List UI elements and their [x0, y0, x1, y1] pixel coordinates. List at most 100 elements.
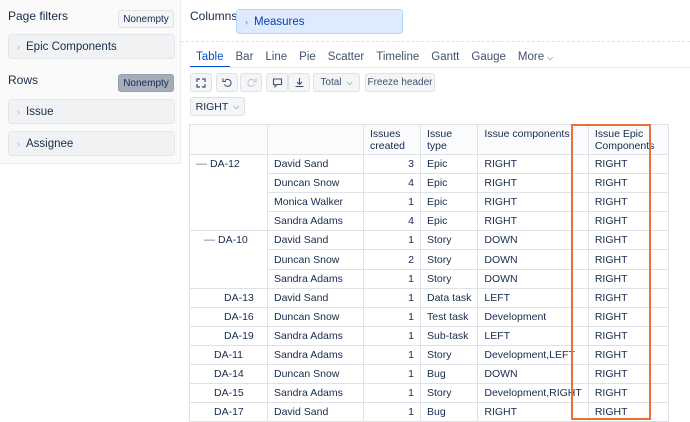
row-dimension-assignee[interactable]: › Assignee: [8, 131, 175, 156]
header-issue-type[interactable]: Issue type: [419, 124, 479, 155]
table-row: — DA-10 David Sand 1 Story DOWN RIGHT: [189, 230, 669, 289]
components-cell: RIGHT: [477, 402, 589, 422]
assignee-cell[interactable]: Sandra Adams: [267, 344, 364, 366]
dimension-label: Issue: [26, 105, 54, 118]
assignee-cell[interactable]: Sandra Adams: [267, 325, 364, 346]
assignee-cell[interactable]: Sandra Adams: [267, 268, 364, 289]
epic-components-cell: RIGHT: [587, 211, 669, 232]
issue-cell[interactable]: DA-13: [189, 287, 268, 308]
column-dimension-measures[interactable]: › Measures: [236, 9, 403, 34]
issues-created-cell: 1: [363, 402, 421, 422]
issues-created-cell: 1: [363, 287, 421, 308]
issue-cell[interactable]: DA-19: [189, 325, 268, 346]
assignee-cell[interactable]: David Sand: [267, 230, 364, 251]
issues-created-cell: 1: [363, 364, 421, 385]
header-row: Issues created Issue type Issue componen…: [189, 124, 669, 155]
issues-created-cell: 1: [363, 192, 421, 213]
issues-created-cell: 1: [363, 268, 421, 289]
tabs-divider: [190, 67, 690, 68]
tab-line[interactable]: Line: [259, 48, 293, 68]
download-button[interactable]: [288, 73, 310, 92]
tab-bar[interactable]: Bar: [230, 48, 260, 68]
tab-table[interactable]: Table: [190, 48, 230, 68]
page-filters-nonempty-button[interactable]: Nonempty: [118, 10, 174, 28]
components-cell: LEFT: [477, 325, 589, 346]
issues-created-cell: 3: [363, 153, 421, 175]
issue-type-cell: Test task: [419, 306, 479, 327]
rows-nonempty-button[interactable]: Nonempty: [118, 74, 174, 92]
download-icon: [295, 78, 303, 88]
issue-type-cell: Data task: [419, 287, 479, 308]
redo-button[interactable]: [240, 73, 262, 92]
assignee-cell[interactable]: Duncan Snow: [267, 306, 364, 327]
issue-cell[interactable]: DA-17: [189, 402, 268, 422]
table-row: DA-13 David Sand 1 Data task LEFT RIGHT: [189, 287, 669, 308]
epic-components-cell: RIGHT: [587, 325, 669, 346]
assignee-cell[interactable]: David Sand: [267, 402, 364, 422]
tab-more[interactable]: More ⌵: [512, 48, 559, 68]
total-dropdown[interactable]: Total ⌵: [313, 73, 360, 92]
tab-timeline[interactable]: Timeline: [370, 48, 425, 68]
issue-type-cell: Epic: [419, 173, 479, 194]
expand-button[interactable]: [190, 73, 212, 92]
right-select-label: RIGHT: [195, 100, 229, 113]
components-cell: Development,RIGHT: [477, 383, 589, 404]
issue-cell[interactable]: DA-11: [189, 344, 268, 366]
header-issues-created[interactable]: Issues created: [363, 124, 421, 155]
assignee-cell[interactable]: Duncan Snow: [267, 249, 364, 270]
epic-components-cell: RIGHT: [587, 287, 669, 308]
components-cell: Development,LEFT: [477, 344, 589, 366]
issue-cell[interactable]: DA-16: [189, 306, 268, 327]
row-dimension-issue[interactable]: › Issue: [8, 99, 175, 124]
header-epic-components[interactable]: Issue Epic Components: [587, 124, 669, 155]
components-cell: Development: [477, 306, 589, 327]
issue-key: DA-12: [210, 158, 240, 170]
issues-created-cell: 1: [363, 383, 421, 404]
issue-cell[interactable]: DA-14: [189, 364, 268, 385]
table-row: DA-11 Sandra Adams 1 Story Development,L…: [189, 344, 669, 366]
assignee-cell[interactable]: Duncan Snow: [267, 173, 364, 194]
chevron-down-icon: ⌵: [233, 101, 240, 111]
issues-created-cell: 4: [363, 211, 421, 232]
issue-cell[interactable]: — DA-10: [189, 230, 268, 289]
issue-type-cell: Story: [419, 249, 479, 270]
dimension-label: Measures: [254, 15, 305, 28]
tab-gantt[interactable]: Gantt: [425, 48, 465, 68]
issue-cell[interactable]: — DA-12: [189, 153, 268, 232]
view-tabs: Table Bar Line Pie Scatter Timeline Gant…: [190, 48, 559, 68]
issue-type-cell: Story: [419, 383, 479, 404]
issue-cell[interactable]: DA-15: [189, 383, 268, 404]
assignee-cell[interactable]: Sandra Adams: [267, 211, 364, 232]
tab-scatter[interactable]: Scatter: [322, 48, 370, 68]
chevron-down-icon: ⌵: [547, 53, 554, 62]
epic-components-cell: RIGHT: [587, 230, 669, 251]
columns-title: Columns: [190, 9, 238, 23]
assignee-cell[interactable]: Duncan Snow: [267, 364, 364, 385]
comment-button[interactable]: [266, 73, 288, 92]
tab-gauge[interactable]: Gauge: [465, 48, 512, 68]
page-filters-title: Page filters: [8, 9, 69, 23]
assignee-cell[interactable]: David Sand: [267, 153, 364, 175]
collapse-icon[interactable]: —: [204, 234, 215, 246]
assignee-cell[interactable]: Sandra Adams: [267, 383, 364, 404]
epic-components-cell: RIGHT: [587, 249, 669, 270]
page-filter-epic-components[interactable]: › Epic Components: [8, 34, 175, 59]
undo-button[interactable]: [216, 73, 238, 92]
assignee-cell[interactable]: Monica Walker: [267, 192, 364, 213]
components-cell: RIGHT: [477, 153, 589, 175]
total-label: Total: [320, 77, 342, 88]
epic-components-cell: RIGHT: [587, 173, 669, 194]
assignee-cell[interactable]: David Sand: [267, 287, 364, 308]
issues-created-cell: 1: [363, 344, 421, 366]
collapse-icon[interactable]: —: [196, 158, 207, 170]
epic-components-cell: RIGHT: [587, 364, 669, 385]
rows-title: Rows: [8, 73, 39, 87]
right-select[interactable]: RIGHT ⌵: [190, 97, 245, 116]
tab-pie[interactable]: Pie: [293, 48, 322, 68]
components-cell: DOWN: [477, 268, 589, 289]
components-cell: DOWN: [477, 230, 589, 251]
freeze-header-button[interactable]: Freeze header: [365, 73, 435, 92]
header-issue-components[interactable]: Issue components: [477, 124, 589, 155]
components-cell: DOWN: [477, 249, 589, 270]
undo-icon: [221, 78, 232, 87]
